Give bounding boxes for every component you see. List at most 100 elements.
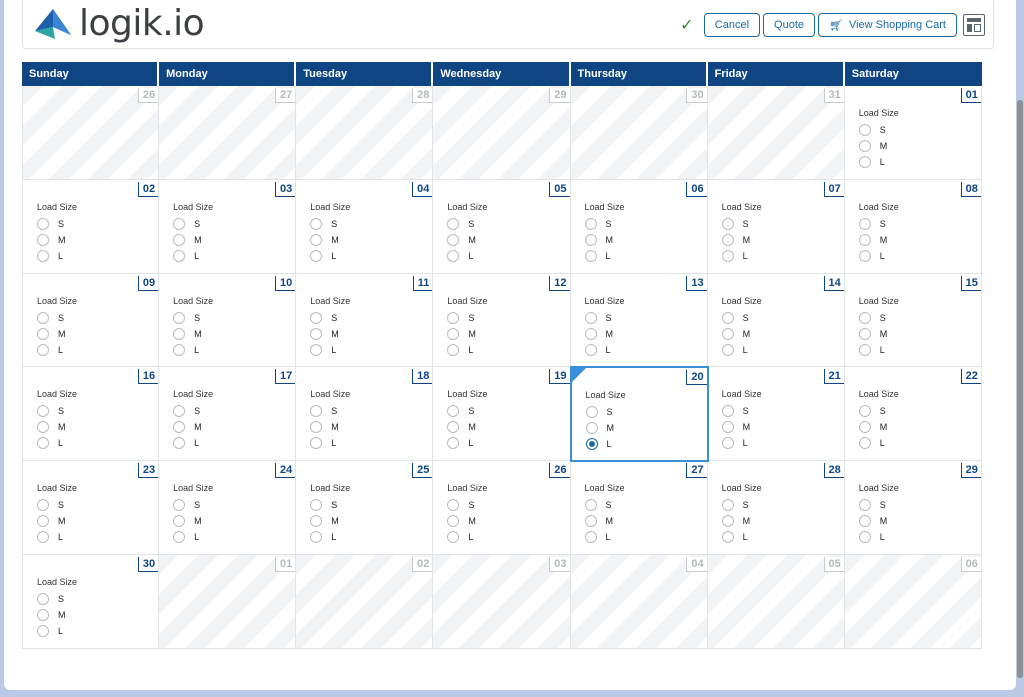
- calendar-day[interactable]: 28 Load Size S M L: [707, 461, 845, 555]
- calendar-day[interactable]: 08 Load Size S M L: [844, 179, 982, 274]
- radio-button[interactable]: [173, 515, 186, 528]
- load-size-option-l[interactable]: L: [37, 342, 77, 358]
- radio-button[interactable]: [37, 343, 49, 356]
- load-size-option-l[interactable]: L: [37, 248, 77, 264]
- load-size-option-l[interactable]: L: [584, 529, 625, 545]
- calendar-day[interactable]: 20 Load Size S M L: [569, 366, 709, 463]
- load-size-option-s[interactable]: S: [37, 497, 77, 513]
- load-size-option-s[interactable]: S: [310, 403, 350, 419]
- load-size-option-s[interactable]: S: [858, 403, 899, 419]
- radio-button[interactable]: [37, 499, 49, 512]
- radio-button[interactable]: [721, 437, 734, 450]
- radio-button[interactable]: [584, 515, 597, 528]
- radio-button[interactable]: [858, 156, 871, 168]
- load-size-option-m[interactable]: M: [37, 513, 77, 529]
- radio-button[interactable]: [721, 217, 734, 230]
- radio-button[interactable]: [173, 343, 186, 356]
- calendar-day[interactable]: 06 Load Size S M L: [570, 179, 708, 274]
- load-size-option-m[interactable]: M: [310, 232, 350, 248]
- calendar-day[interactable]: 21 Load Size S M L: [707, 367, 845, 462]
- radio-button[interactable]: [37, 311, 49, 324]
- calendar-day[interactable]: 26 Load Size S M L: [433, 461, 571, 555]
- load-size-option-l[interactable]: L: [310, 529, 350, 545]
- load-size-option-m[interactable]: M: [721, 326, 762, 342]
- radio-button[interactable]: [858, 249, 871, 262]
- load-size-option-l[interactable]: L: [173, 248, 213, 264]
- radio-button[interactable]: [858, 421, 871, 434]
- load-size-option-s[interactable]: S: [858, 497, 899, 513]
- radio-button[interactable]: [310, 437, 323, 450]
- load-size-option-s[interactable]: S: [173, 497, 213, 513]
- load-size-option-s[interactable]: S: [721, 497, 762, 513]
- load-size-option-m[interactable]: M: [858, 326, 899, 342]
- load-size-option-m[interactable]: M: [173, 513, 213, 529]
- radio-button[interactable]: [858, 405, 871, 418]
- load-size-option-m[interactable]: M: [447, 232, 487, 248]
- radio-button[interactable]: [447, 405, 460, 418]
- radio-button[interactable]: [173, 405, 186, 418]
- load-size-option-l[interactable]: L: [310, 248, 350, 264]
- calendar-day[interactable]: 23 Load Size S M L: [22, 461, 160, 555]
- scrollbar[interactable]: [1016, 0, 1024, 697]
- load-size-option-l[interactable]: L: [584, 342, 625, 358]
- radio-button[interactable]: [447, 421, 460, 434]
- load-size-option-m[interactable]: M: [310, 419, 350, 435]
- load-size-option-l[interactable]: L: [447, 342, 487, 358]
- radio-button[interactable]: [310, 405, 323, 418]
- load-size-option-s[interactable]: S: [858, 310, 899, 326]
- load-size-option-l[interactable]: L: [173, 529, 213, 545]
- calendar-day[interactable]: 02 Load Size S M L: [22, 179, 160, 274]
- radio-button[interactable]: [721, 531, 734, 544]
- radio-button[interactable]: [37, 405, 49, 418]
- load-size-option-s[interactable]: S: [310, 216, 350, 232]
- radio-button[interactable]: [310, 343, 323, 356]
- calendar-day[interactable]: 25 Load Size S M L: [296, 461, 434, 555]
- load-size-option-l[interactable]: L: [310, 342, 350, 358]
- radio-button[interactable]: [37, 249, 49, 262]
- radio-button[interactable]: [858, 217, 871, 230]
- radio-button[interactable]: [721, 249, 734, 262]
- radio-button[interactable]: [37, 515, 49, 528]
- radio-button[interactable]: [858, 140, 871, 152]
- radio-button[interactable]: [173, 217, 186, 230]
- load-size-option-s[interactable]: S: [858, 122, 899, 138]
- radio-button[interactable]: [721, 327, 734, 340]
- radio-button[interactable]: [858, 531, 871, 544]
- calendar-day[interactable]: 11 Load Size S M L: [296, 273, 434, 368]
- load-size-option-s[interactable]: S: [447, 403, 487, 419]
- load-size-option-l[interactable]: L: [447, 248, 487, 264]
- load-size-option-s[interactable]: S: [585, 404, 626, 420]
- radio-button[interactable]: [447, 327, 460, 340]
- load-size-option-m[interactable]: M: [858, 419, 899, 435]
- load-size-option-m[interactable]: M: [585, 420, 626, 436]
- scrollbar-thumb[interactable]: [1017, 100, 1023, 678]
- calendar-day[interactable]: 29 Load Size S M L: [844, 461, 982, 555]
- radio-button[interactable]: [585, 406, 598, 419]
- radio-button[interactable]: [585, 438, 598, 451]
- calendar-day[interactable]: 24 Load Size S M L: [159, 461, 297, 555]
- load-size-option-l[interactable]: L: [173, 435, 213, 451]
- radio-button[interactable]: [173, 327, 186, 340]
- load-size-option-m[interactable]: M: [37, 326, 77, 342]
- calendar-day[interactable]: 19 Load Size S M L: [433, 367, 571, 462]
- load-size-option-s[interactable]: S: [584, 216, 625, 232]
- radio-button[interactable]: [584, 233, 597, 246]
- radio-button[interactable]: [447, 233, 460, 246]
- radio-button[interactable]: [37, 233, 49, 246]
- load-size-option-m[interactable]: M: [447, 513, 487, 529]
- load-size-option-l[interactable]: L: [858, 529, 899, 545]
- load-size-option-s[interactable]: S: [310, 310, 350, 326]
- load-size-option-l[interactable]: L: [173, 342, 213, 358]
- load-size-option-l[interactable]: L: [447, 435, 487, 451]
- load-size-option-s[interactable]: S: [858, 216, 899, 232]
- radio-button[interactable]: [858, 124, 871, 136]
- load-size-option-m[interactable]: M: [721, 513, 762, 529]
- load-size-option-s[interactable]: S: [310, 497, 350, 513]
- load-size-option-s[interactable]: S: [37, 216, 77, 232]
- radio-button[interactable]: [721, 343, 734, 356]
- view-shopping-cart-button[interactable]: 🛒︎ View Shopping Cart: [818, 13, 957, 37]
- radio-button[interactable]: [858, 515, 871, 528]
- radio-button[interactable]: [584, 499, 597, 512]
- calendar-day[interactable]: 22 Load Size S M L: [844, 367, 982, 462]
- load-size-option-s[interactable]: S: [173, 403, 213, 419]
